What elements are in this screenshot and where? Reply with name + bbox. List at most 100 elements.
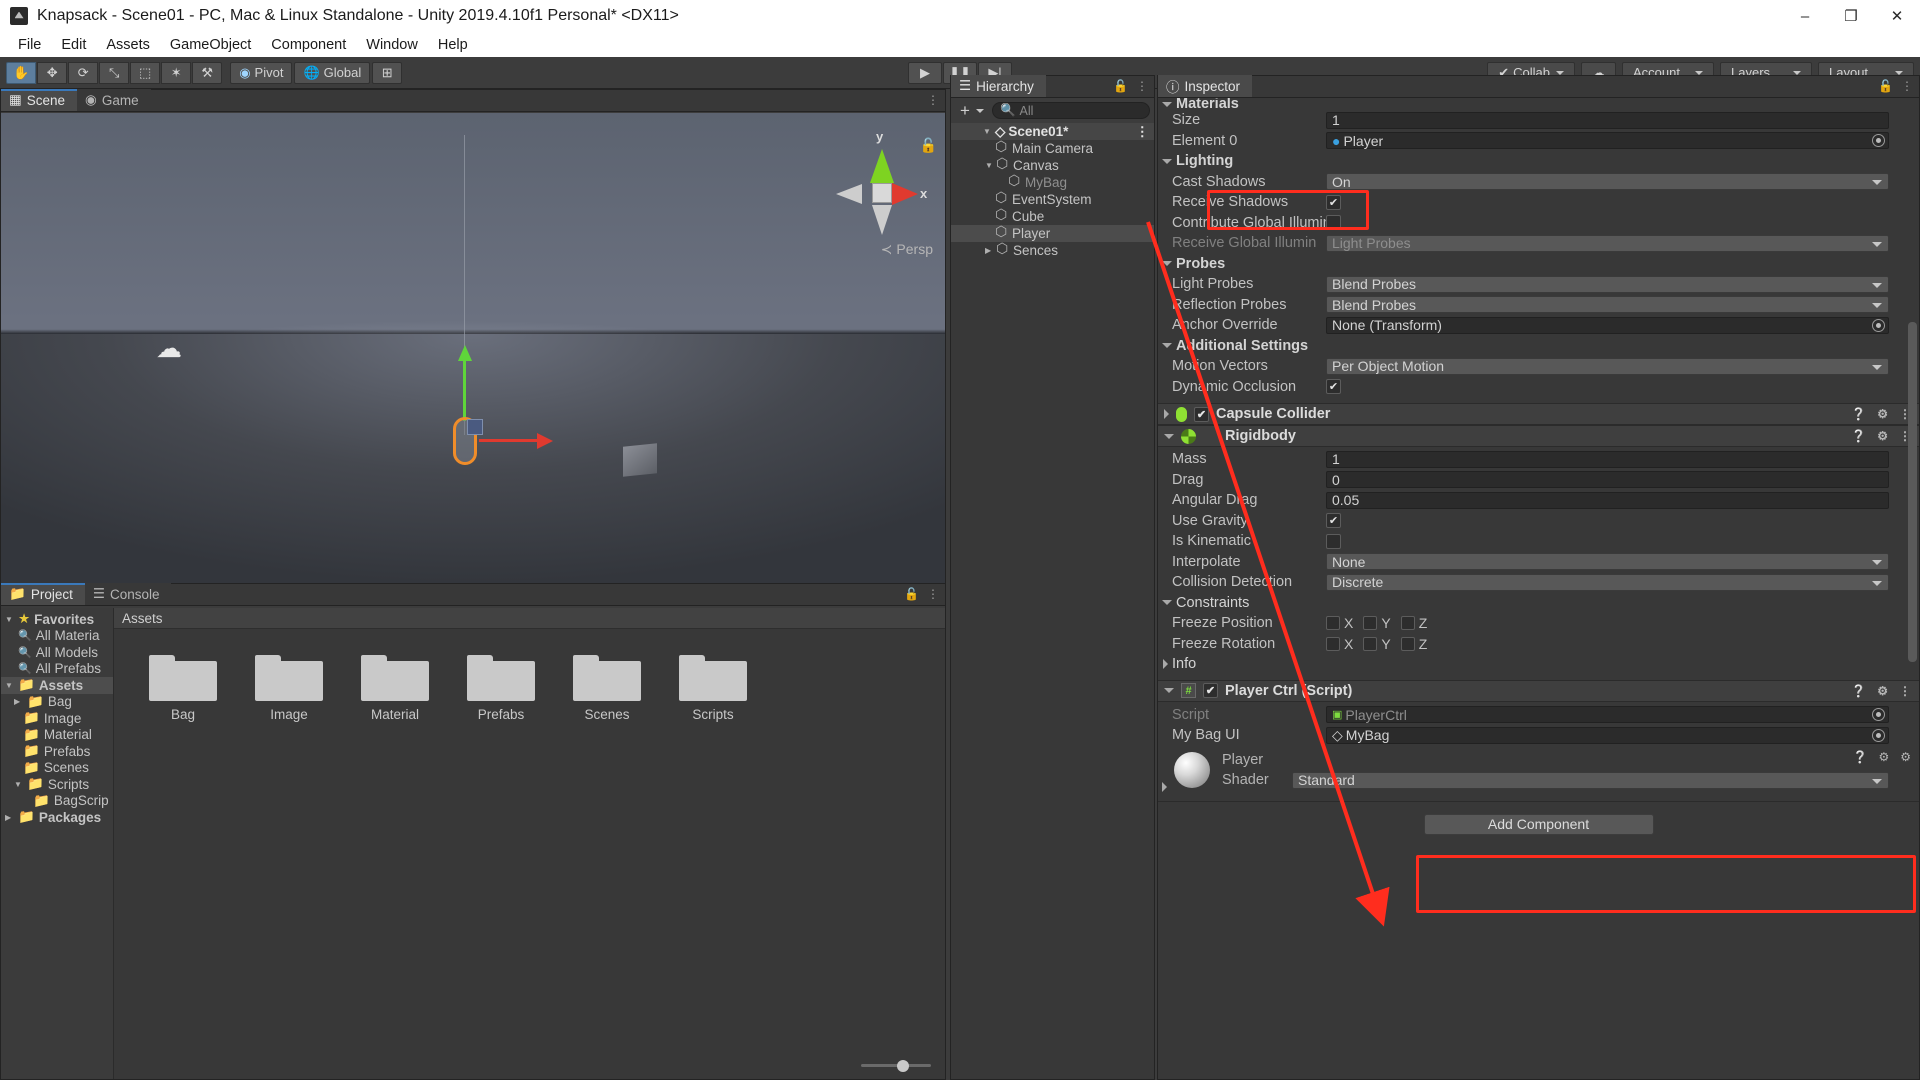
kebab-menu-icon[interactable]: ⋮ bbox=[927, 587, 939, 601]
angular-drag-input[interactable]: 0.05 bbox=[1326, 491, 1889, 509]
anchor-override-field[interactable]: None (Transform) bbox=[1326, 316, 1889, 334]
hierarchy-item-mybag[interactable]: MyBag bbox=[951, 172, 1154, 191]
scene-panel-menu[interactable]: ⋮ bbox=[927, 89, 939, 111]
preset-icon[interactable]: ⚙ bbox=[1877, 407, 1888, 421]
scene-viewport[interactable]: ☁ y x 🔓 ≺ Persp bbox=[1, 113, 945, 583]
menu-edit[interactable]: Edit bbox=[51, 34, 96, 56]
play-button[interactable]: ▶ bbox=[908, 61, 942, 84]
info-foldout[interactable]: Info bbox=[1158, 654, 1919, 675]
expander-down-icon[interactable] bbox=[1162, 343, 1172, 349]
hand-tool-icon[interactable]: ✋ bbox=[6, 61, 37, 84]
custom-tool-icon[interactable]: ⚒ bbox=[192, 61, 223, 84]
maximize-button[interactable]: ❐ bbox=[1828, 0, 1874, 32]
tab-inspector[interactable]: ⓘ Inspector bbox=[1158, 75, 1253, 97]
mybag-ui-field[interactable]: ◇ MyBag bbox=[1326, 726, 1889, 744]
expander-right-icon[interactable]: ▶ bbox=[14, 697, 23, 706]
light-probes-dropdown[interactable]: Blend Probes bbox=[1326, 275, 1889, 293]
rigidbody-header[interactable]: Rigidbody ❔ ⚙ ⋮ bbox=[1158, 425, 1919, 447]
hierarchy-item-scene01[interactable]: ▼ ◇ Scene01* ⋮ bbox=[951, 123, 1154, 140]
hierarchy-item-sences[interactable]: ▶ Sences bbox=[951, 240, 1154, 259]
gizmo-y-cone[interactable] bbox=[870, 149, 894, 183]
shader-dropdown[interactable]: Standard bbox=[1292, 771, 1889, 789]
lock-icon[interactable]: 🔓 bbox=[904, 587, 919, 601]
help-icon[interactable]: ❔ bbox=[1851, 429, 1866, 443]
expander-down-icon[interactable]: ▼ bbox=[983, 127, 992, 136]
menu-help[interactable]: Help bbox=[428, 34, 478, 56]
x-axis-arrow-stem[interactable] bbox=[479, 439, 541, 442]
hierarchy-item-player[interactable]: Player bbox=[951, 223, 1154, 242]
checkbox[interactable] bbox=[1363, 636, 1378, 651]
lock-icon[interactable]: 🔓 bbox=[1113, 79, 1128, 93]
freeze-rotation-y[interactable]: Y bbox=[1363, 636, 1391, 652]
materials-element0-field[interactable]: ● Player bbox=[1326, 132, 1889, 150]
expander-down-icon[interactable] bbox=[1164, 688, 1174, 693]
freeze-rotation-x[interactable]: X bbox=[1326, 636, 1353, 652]
use-gravity-checkbox[interactable]: ✔ bbox=[1326, 513, 1341, 529]
expander-right-icon[interactable] bbox=[1164, 409, 1169, 419]
object-picker-icon[interactable] bbox=[1872, 134, 1885, 148]
tab-game[interactable]: ◉ Game bbox=[77, 89, 151, 111]
move-tool-icon[interactable]: ✥ bbox=[37, 61, 68, 84]
tree-item-scenes[interactable]: 📁 Scenes bbox=[1, 760, 113, 777]
expander-down-icon[interactable]: ▼ bbox=[985, 161, 994, 170]
expander-right-icon[interactable] bbox=[1162, 781, 1167, 792]
help-icon[interactable]: ❔ bbox=[1853, 750, 1868, 764]
rect-tool-icon[interactable]: ⬚ bbox=[130, 61, 161, 84]
materials-size-input[interactable]: 1 bbox=[1326, 111, 1889, 129]
y-axis-arrow-stem[interactable] bbox=[463, 359, 466, 421]
player-ctrl-header[interactable]: # ✔ Player Ctrl (Script) ❔ ⚙ ⋮ bbox=[1158, 679, 1919, 702]
expander-down-icon[interactable] bbox=[1162, 158, 1172, 164]
gizmo-y-negative-cone[interactable] bbox=[872, 205, 892, 235]
tree-item-favorites[interactable]: ▼ ★ Favorites bbox=[1, 611, 113, 628]
player-ctrl-enabled-checkbox[interactable]: ✔ bbox=[1203, 683, 1218, 698]
hierarchy-item-main-camera[interactable]: Main Camera bbox=[951, 138, 1154, 157]
object-picker-icon[interactable] bbox=[1872, 728, 1885, 742]
interpolate-dropdown[interactable]: None bbox=[1326, 553, 1889, 571]
tree-item-packages[interactable]: ▶ 📁 Packages bbox=[1, 809, 113, 826]
add-component-button[interactable]: Add Component bbox=[1423, 813, 1654, 835]
menu-component[interactable]: Component bbox=[261, 34, 356, 56]
additional-settings-foldout[interactable]: Additional Settings bbox=[1158, 336, 1919, 357]
tree-item-all-models[interactable]: 🔍 All Models bbox=[1, 644, 113, 661]
freeze-position-x[interactable]: X bbox=[1326, 615, 1353, 631]
expander-right-icon[interactable]: ▶ bbox=[985, 246, 994, 255]
pivot-toggle[interactable]: ◉ Pivot bbox=[230, 61, 293, 84]
inspector-scrollbar-thumb[interactable] bbox=[1908, 322, 1917, 662]
asset-folder-scripts[interactable]: Scripts bbox=[674, 651, 752, 722]
menu-gameobject[interactable]: GameObject bbox=[160, 34, 261, 56]
asset-folder-image[interactable]: Image bbox=[250, 651, 328, 722]
freeze-position-y[interactable]: Y bbox=[1363, 615, 1391, 631]
asset-zoom-slider-knob[interactable] bbox=[897, 1060, 909, 1072]
rotate-tool-icon[interactable]: ⟳ bbox=[68, 61, 99, 84]
expander-down-icon[interactable] bbox=[1162, 261, 1172, 267]
inspector-scrollbar[interactable] bbox=[1908, 126, 1917, 686]
projection-mode-label[interactable]: ≺ Persp bbox=[881, 241, 933, 258]
x-axis-arrow-head[interactable] bbox=[537, 433, 553, 449]
checkbox[interactable] bbox=[1326, 636, 1340, 651]
object-picker-icon[interactable] bbox=[1872, 318, 1885, 332]
asset-folder-material[interactable]: Material bbox=[356, 651, 434, 722]
menu-file[interactable]: File bbox=[8, 34, 51, 56]
tree-item-assets[interactable]: ▼ 📁 Assets bbox=[1, 677, 113, 694]
kebab-menu-icon[interactable]: ⋮ bbox=[1136, 79, 1148, 93]
minimize-button[interactable]: – bbox=[1782, 0, 1828, 32]
motion-vectors-dropdown[interactable]: Per Object Motion bbox=[1326, 357, 1889, 375]
tree-item-prefabs[interactable]: 📁 Prefabs bbox=[1, 743, 113, 760]
freeze-position-z[interactable]: Z bbox=[1400, 615, 1427, 631]
expander-right-icon[interactable] bbox=[1163, 659, 1168, 670]
tab-hierarchy[interactable]: ☰ Hierarchy bbox=[951, 75, 1046, 97]
lighting-foldout[interactable]: Lighting bbox=[1158, 151, 1919, 172]
global-toggle[interactable]: 🌐 Global bbox=[294, 61, 371, 84]
is-kinematic-checkbox[interactable] bbox=[1326, 533, 1341, 549]
kebab-menu-icon[interactable]: ⋮ bbox=[927, 93, 939, 107]
materials-foldout[interactable]: Materials bbox=[1158, 98, 1919, 110]
camera-gizmo-icon[interactable]: ☁ bbox=[156, 333, 182, 364]
hierarchy-item-canvas[interactable]: ▼ Canvas bbox=[951, 155, 1154, 174]
scene-lock-icon[interactable]: 🔓 bbox=[920, 137, 937, 154]
asset-zoom-slider[interactable] bbox=[861, 1064, 931, 1067]
checkbox[interactable] bbox=[1400, 636, 1415, 651]
tree-item-scripts[interactable]: ▼ 📁 Scripts bbox=[1, 776, 113, 793]
grid-snap-icon[interactable]: ⊞ bbox=[372, 61, 403, 84]
tab-console[interactable]: ☰ Console bbox=[84, 583, 172, 605]
checkbox[interactable] bbox=[1326, 616, 1340, 631]
